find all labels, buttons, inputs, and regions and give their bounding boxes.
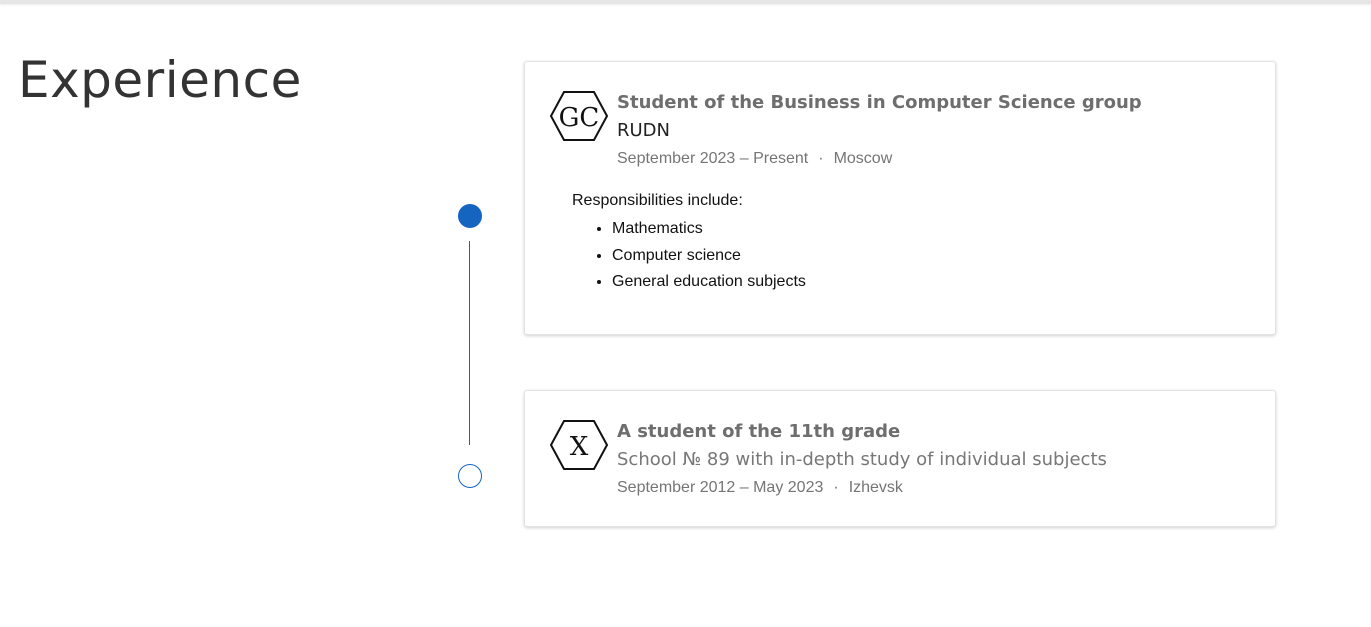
list-item: General education subjects: [612, 269, 806, 296]
list-item: Mathematics: [612, 216, 806, 243]
timeline-marker-hollow-icon: [458, 464, 482, 488]
meta-separator: ·: [833, 479, 839, 496]
section-title: Experience: [18, 51, 302, 109]
description-intro: Responsibilities include:: [572, 192, 743, 209]
entry-info: A student of the 11th grade School № 89 …: [617, 420, 1255, 498]
hexagon-logo-icon: GC: [549, 90, 609, 142]
timeline-marker-filled-icon: [458, 204, 482, 228]
logo-text: X: [570, 432, 589, 462]
list-item: Computer science: [612, 243, 806, 270]
entry-dates: September 2012 – May 2023: [617, 479, 824, 496]
timeline-line: [469, 241, 470, 445]
entry-info: Student of the Business in Computer Scie…: [617, 91, 1255, 169]
entry-meta: September 2012 – May 2023 · Izhevsk: [617, 478, 1255, 498]
entry-dates: September 2023 – Present: [617, 150, 809, 167]
top-bar: [0, 0, 1371, 4]
entry-meta: September 2023 – Present · Moscow: [617, 149, 1255, 169]
job-title: Student of the Business in Computer Scie…: [617, 92, 1142, 113]
entry-location: Moscow: [833, 150, 893, 167]
entry-location: Izhevsk: [848, 479, 903, 496]
meta-separator: ·: [818, 150, 824, 167]
entry-description: Responsibilities include: Mathematics Co…: [572, 190, 806, 296]
logo-text: GC: [559, 103, 600, 133]
experience-card: GC Student of the Business in Computer S…: [524, 61, 1276, 335]
description-list: Mathematics Computer science General edu…: [572, 216, 806, 296]
organization: RUDN: [617, 120, 671, 141]
organization: School № 89 with in-depth study of indiv…: [617, 449, 1107, 470]
experience-card: X A student of the 11th grade School № 8…: [524, 390, 1276, 527]
job-title: A student of the 11th grade: [617, 421, 901, 442]
hexagon-logo-icon: X: [549, 419, 609, 471]
